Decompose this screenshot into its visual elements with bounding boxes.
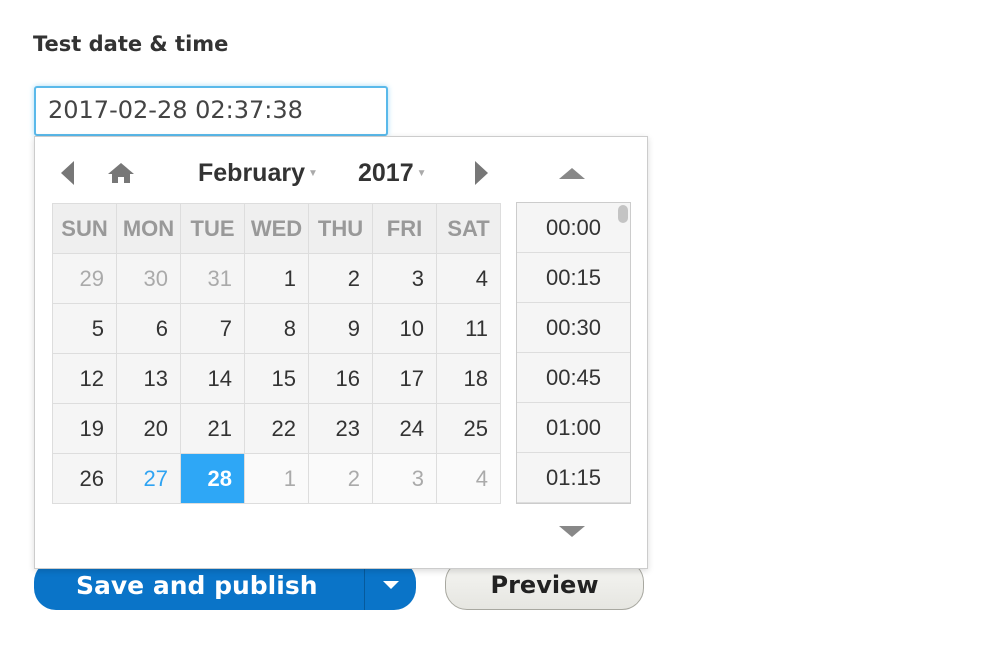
weekday-header: MON [116,203,181,254]
calendar-day[interactable]: 14 [180,353,245,404]
weekday-header: THU [308,203,373,254]
time-option[interactable]: 00:15 [517,253,630,303]
calendar-day[interactable]: 3 [372,453,437,504]
calendar-day[interactable]: 1 [244,453,309,504]
weekday-header: SAT [436,203,501,254]
calendar-day[interactable]: 29 [52,253,117,304]
weekday-header: WED [244,203,309,254]
calendar-day[interactable]: 19 [52,403,117,454]
calendar-day[interactable]: 1 [244,253,309,304]
calendar-day[interactable]: 6 [116,303,181,354]
calendar-week: 12 13 14 15 16 17 18 [52,353,501,404]
calendar-week: 5 6 7 8 9 10 11 [52,303,501,354]
caret-down-icon: ▼ [416,167,427,179]
calendar-day[interactable]: 22 [244,403,309,454]
date-time-input[interactable]: 2017-02-28 02:37:38 [34,86,388,136]
save-label: Save and publish [76,570,318,600]
month-label: February [198,158,305,187]
weekday-header: SUN [52,203,117,254]
year-select[interactable]: 2017 ▼ [358,155,427,191]
weekday-header: TUE [180,203,245,254]
triangle-right-icon [475,161,488,185]
datetime-picker: February ▼ 2017 ▼ SUN MON TUE WED THU FRI SAT 29… [34,136,648,569]
calendar-day[interactable]: 24 [372,403,437,454]
calendar-week: 26 27 28 1 2 3 4 [52,453,501,504]
weekday-header: FRI [372,203,437,254]
calendar-day[interactable]: 15 [244,353,309,404]
calendar-day[interactable]: 21 [180,403,245,454]
triangle-down-icon [559,525,585,537]
calendar-day[interactable]: 20 [116,403,181,454]
calendar-day[interactable]: 25 [436,403,501,454]
calendar-day[interactable]: 4 [436,253,501,304]
calendar-day[interactable]: 13 [116,353,181,404]
prev-month-button[interactable] [61,155,74,191]
triangle-left-icon [61,161,74,185]
calendar-day[interactable]: 9 [308,303,373,354]
calendar-day[interactable]: 2 [308,453,373,504]
calendar-day[interactable]: 28 [180,453,245,504]
calendar-grid: SUN MON TUE WED THU FRI SAT 29 30 31 1 2 3 4 5 6 7 8 9 10 1… [52,203,501,504]
calendar-day[interactable]: 16 [308,353,373,404]
caret-down-icon [382,581,399,589]
calendar-day[interactable]: 17 [372,353,437,404]
calendar-day[interactable]: 8 [244,303,309,354]
time-scrollbar[interactable] [618,205,628,223]
caret-down-icon: ▼ [307,167,318,179]
calendar-day[interactable]: 12 [52,353,117,404]
calendar-day[interactable]: 2 [308,253,373,304]
calendar-day[interactable]: 27 [116,453,181,504]
time-option[interactable]: 01:00 [517,403,630,453]
calendar-day[interactable]: 23 [308,403,373,454]
time-option[interactable]: 01:15 [517,453,630,503]
calendar-day[interactable]: 31 [180,253,245,304]
calendar-week: 29 30 31 1 2 3 4 [52,253,501,304]
field-label: Test date & time [33,32,229,56]
time-option[interactable]: 00:30 [517,303,630,353]
calendar-day[interactable]: 3 [372,253,437,304]
calendar-day[interactable]: 30 [116,253,181,304]
time-option[interactable]: 00:00 [517,203,630,253]
calendar-day[interactable]: 18 [436,353,501,404]
triangle-up-icon [559,167,585,179]
calendar-day[interactable]: 10 [372,303,437,354]
calendar-day[interactable]: 11 [436,303,501,354]
next-month-button[interactable] [475,155,488,191]
year-label: 2017 [358,158,414,187]
calendar-week: 19 20 21 22 23 24 25 [52,403,501,454]
time-option[interactable]: 00:45 [517,353,630,403]
calendar-day[interactable]: 7 [180,303,245,354]
calendar-day[interactable]: 26 [52,453,117,504]
time-scroll-down-button[interactable] [559,513,585,549]
calendar-day[interactable]: 5 [52,303,117,354]
home-icon [108,163,134,183]
today-button[interactable] [107,155,135,191]
month-select[interactable]: February ▼ [198,155,318,191]
time-list[interactable]: 00:00 00:15 00:30 00:45 01:00 01:15 [516,202,631,504]
calendar-day[interactable]: 4 [436,453,501,504]
time-scroll-up-button[interactable] [559,155,585,191]
